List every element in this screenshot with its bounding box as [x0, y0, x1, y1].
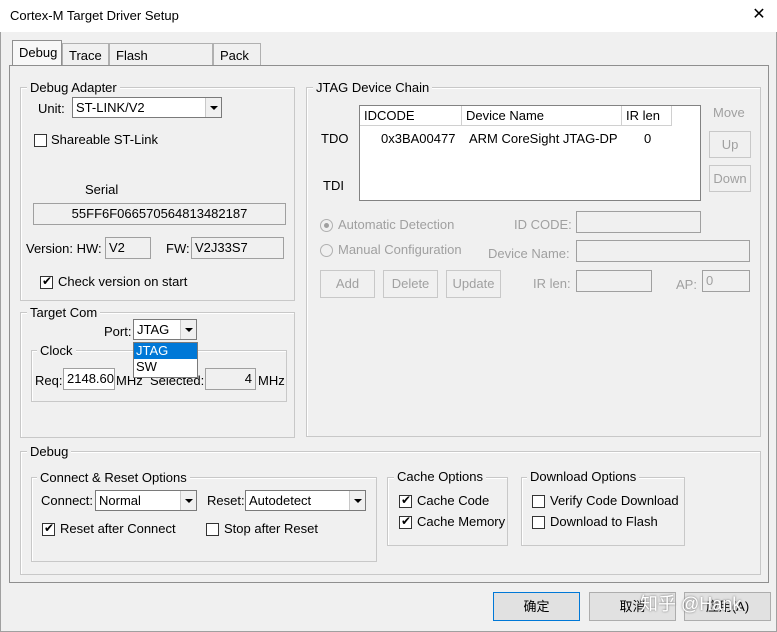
- manual-config-radio[interactable]: [320, 244, 333, 257]
- fw-label: FW:: [166, 241, 190, 256]
- req-label: Req:: [35, 373, 63, 388]
- jtag-legend: JTAG Device Chain: [313, 80, 433, 95]
- shareable-checkbox[interactable]: [34, 134, 47, 147]
- cache-memory-checkbox[interactable]: [399, 514, 412, 529]
- download-options-group: [521, 477, 685, 546]
- id-code-field[interactable]: [576, 211, 701, 233]
- shareable-label: Shareable ST-Link: [51, 132, 158, 147]
- connect-value: Normal: [99, 493, 141, 508]
- download-options-legend: Download Options: [527, 469, 640, 484]
- debug-adapter-group: [20, 87, 295, 301]
- tdo-label: TDO: [321, 131, 349, 146]
- clock-legend: Clock: [37, 343, 76, 358]
- move-up-button[interactable]: Up: [709, 131, 751, 158]
- id-code-label: ID CODE:: [514, 217, 572, 232]
- idcode-header[interactable]: IDCODE: [360, 106, 462, 126]
- port-value: JTAG: [137, 322, 170, 337]
- selected-field: 4: [205, 368, 256, 390]
- port-dropdown-list: JTAG SW: [133, 342, 198, 378]
- cache-code-label: Cache Code: [417, 493, 490, 508]
- port-label: Port:: [104, 324, 132, 339]
- unit-value: ST-LINK/V2: [76, 100, 145, 115]
- device-name-header[interactable]: Device Name: [462, 106, 622, 126]
- move-label: Move: [713, 105, 745, 120]
- close-icon[interactable]: ✕: [748, 4, 770, 26]
- tab-trace[interactable]: Trace: [62, 43, 109, 66]
- connect-combo[interactable]: Normal: [95, 490, 197, 511]
- cache-options-legend: Cache Options: [394, 469, 486, 484]
- serial-field: 55FF6F066570564813482187: [33, 203, 286, 225]
- serial-label: Serial: [85, 182, 119, 197]
- move-down-button[interactable]: Down: [709, 165, 751, 192]
- check-version-checkbox[interactable]: [40, 274, 53, 289]
- debug-adapter-legend: Debug Adapter: [27, 80, 120, 95]
- download-flash-checkbox[interactable]: [532, 516, 545, 529]
- row-device-name[interactable]: ARM CoreSight JTAG-DP: [469, 131, 618, 146]
- port-option-sw[interactable]: SW: [134, 359, 197, 375]
- reset-after-connect-checkbox[interactable]: [42, 521, 55, 536]
- ir-len-field[interactable]: [576, 270, 652, 292]
- update-button[interactable]: Update: [446, 270, 501, 298]
- connect-label: Connect:: [41, 493, 94, 508]
- ir-len-label: IR len:: [533, 276, 571, 291]
- selected-mhz-label: MHz: [258, 373, 285, 388]
- reset-value: Autodetect: [249, 493, 312, 508]
- add-button[interactable]: Add: [320, 270, 375, 298]
- target-com-legend: Target Com: [27, 305, 101, 320]
- cache-memory-label: Cache Memory: [417, 514, 506, 529]
- tdi-label: TDI: [323, 178, 344, 193]
- tab-pack[interactable]: Pack: [213, 43, 261, 66]
- delete-button[interactable]: Delete: [383, 270, 438, 298]
- ap-label: AP:: [676, 277, 697, 292]
- device-name-label: Device Name:: [488, 246, 570, 261]
- download-flash-label: Download to Flash: [550, 514, 658, 529]
- stop-after-reset-checkbox[interactable]: [206, 523, 219, 536]
- tab-debug[interactable]: Debug: [12, 40, 62, 66]
- ok-button[interactable]: 确定: [493, 592, 580, 621]
- fw-version-field: V2J33S7: [191, 237, 284, 259]
- auto-detection-radio[interactable]: [320, 219, 333, 232]
- device-name-field[interactable]: [576, 240, 750, 262]
- req-field[interactable]: 2148.60: [63, 368, 115, 390]
- ir-len-header[interactable]: IR len: [622, 106, 672, 126]
- row-idcode[interactable]: 0x3BA00477: [381, 131, 455, 146]
- chevron-down-icon[interactable]: [180, 491, 196, 510]
- connect-reset-legend: Connect & Reset Options: [37, 470, 190, 485]
- cache-code-checkbox[interactable]: [399, 493, 412, 508]
- window-title: Cortex-M Target Driver Setup: [10, 8, 179, 23]
- tab-flash-download[interactable]: Flash Download: [109, 43, 213, 78]
- watermark: 知乎 @Hank: [640, 594, 742, 614]
- reset-label: Reset:: [207, 493, 245, 508]
- chevron-down-icon[interactable]: [205, 98, 221, 117]
- reset-after-connect-label: Reset after Connect: [60, 521, 176, 536]
- check-version-label: Check version on start: [58, 274, 188, 289]
- reset-combo[interactable]: Autodetect: [245, 490, 366, 511]
- port-combo[interactable]: JTAG: [133, 319, 197, 340]
- manual-config-label: Manual Configuration: [338, 242, 462, 257]
- unit-label: Unit:: [38, 101, 65, 116]
- verify-code-label: Verify Code Download: [550, 493, 679, 508]
- chevron-down-icon[interactable]: [349, 491, 365, 510]
- verify-code-checkbox[interactable]: [532, 495, 545, 508]
- ap-field[interactable]: 0: [702, 270, 750, 292]
- row-ir-len[interactable]: 0: [644, 131, 651, 146]
- auto-detection-label: Automatic Detection: [338, 217, 455, 232]
- port-option-jtag[interactable]: JTAG: [134, 343, 197, 359]
- version-hw-label: Version: HW:: [26, 241, 102, 256]
- hw-version-field: V2: [105, 237, 151, 259]
- stop-after-reset-label: Stop after Reset: [224, 521, 318, 536]
- unit-combo[interactable]: ST-LINK/V2: [72, 97, 222, 118]
- chevron-down-icon[interactable]: [180, 320, 196, 339]
- debug-legend: Debug: [27, 444, 72, 459]
- cache-options-group: [387, 477, 508, 546]
